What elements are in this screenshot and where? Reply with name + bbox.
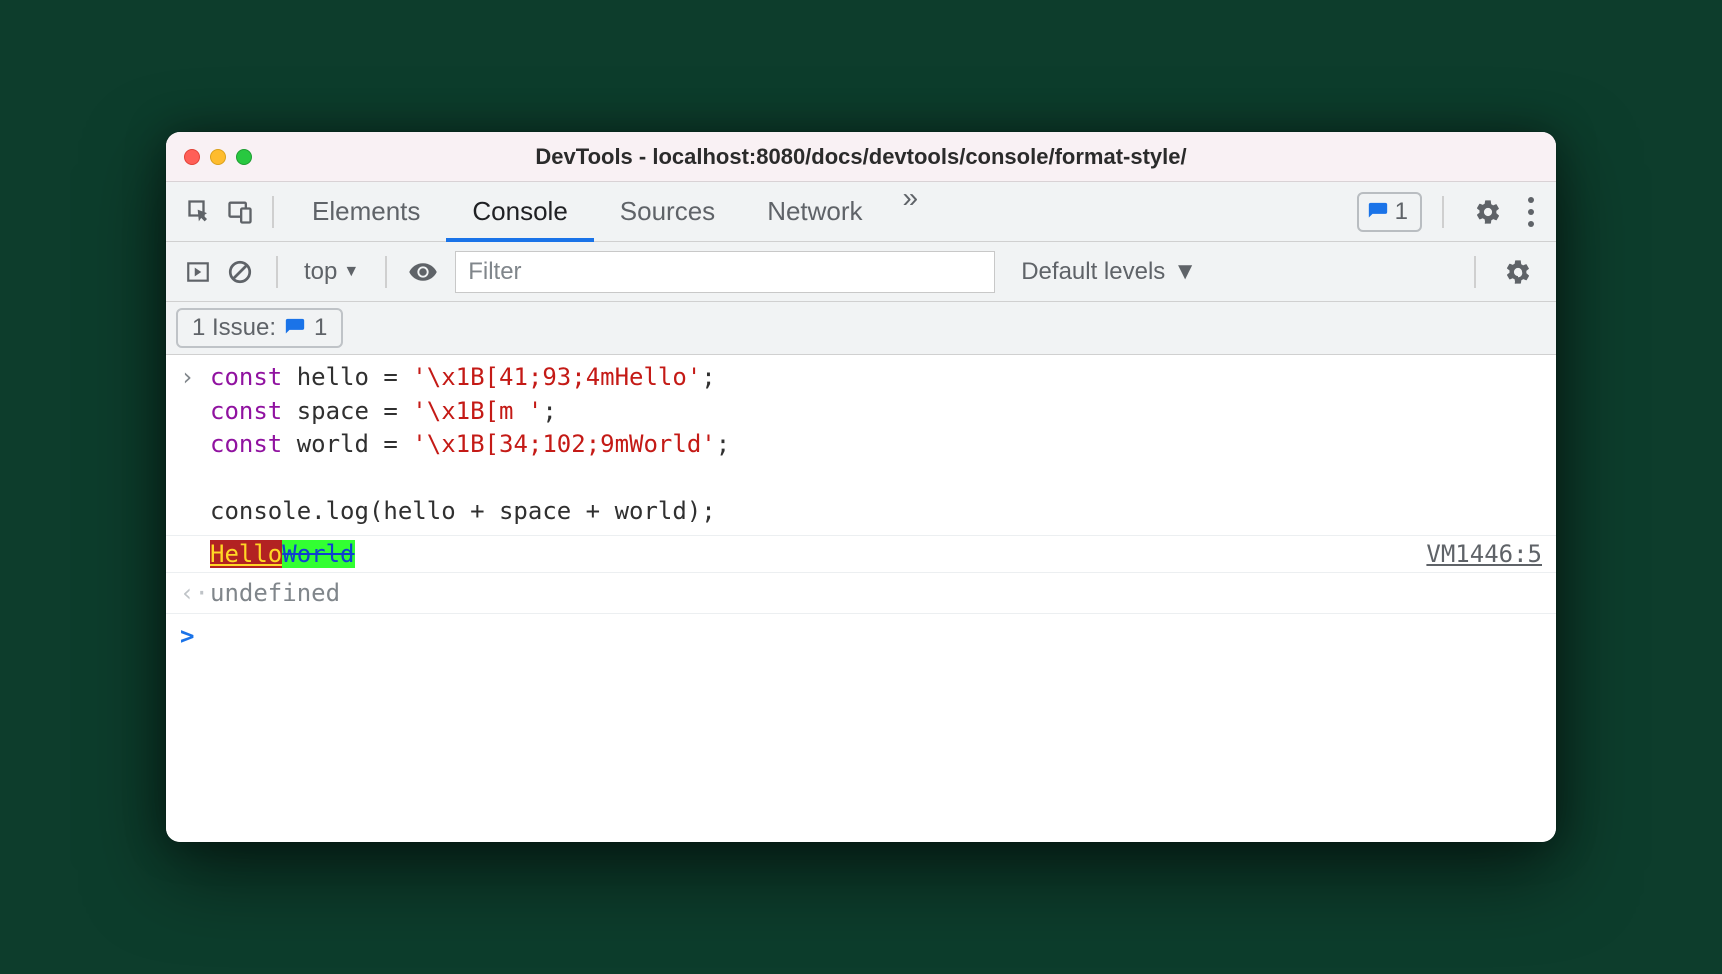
issues-icon [284,317,306,339]
divider [1442,196,1444,228]
issues-badge[interactable]: 1 [1357,192,1422,232]
devtools-window: DevTools - localhost:8080/docs/devtools/… [166,132,1556,842]
execution-context-label: top [304,258,337,286]
tabs-overflow-button[interactable]: » [889,182,933,241]
window-maximize-button[interactable] [236,149,252,165]
code-text: console.log(hello + space + world); [210,497,716,525]
traffic-lights [184,149,252,165]
console-log-row: Hello World VM1446:5 [166,536,1556,573]
window-close-button[interactable] [184,149,200,165]
console-prompt-row[interactable]: > [166,614,1556,658]
execution-context-selector[interactable]: top ▼ [296,258,367,286]
console-log-message: Hello World [180,540,355,568]
issues-pill-label: 1 Issue: [192,314,276,342]
code-text: ; [701,363,715,391]
panel-tabs: Elements Console Sources Network » [286,182,932,241]
window-minimize-button[interactable] [210,149,226,165]
code-text: space = [282,397,412,425]
divider [1474,256,1476,288]
code-keyword: const [210,397,282,425]
issues-pill[interactable]: 1 Issue: 1 [176,308,343,348]
filter-input[interactable] [455,251,995,293]
device-toolbar-icon[interactable] [220,192,260,232]
tab-console[interactable]: Console [446,182,593,241]
ansi-styled-world: World [282,540,354,568]
titlebar: DevTools - localhost:8080/docs/devtools/… [166,132,1556,182]
divider [385,256,387,288]
clear-console-icon[interactable] [222,259,258,285]
more-options-icon[interactable] [1520,197,1542,227]
tabstrip-right: 1 [1357,192,1542,232]
window-title: DevTools - localhost:8080/docs/devtools/… [535,144,1186,170]
code-string: '\x1B[34;102;9mWorld' [412,430,715,458]
issues-row: 1 Issue: 1 [166,302,1556,355]
issues-icon [1367,201,1389,223]
tab-network[interactable]: Network [741,182,888,241]
code-text: ; [542,397,556,425]
console-settings-gear-icon[interactable] [1494,258,1542,286]
code-text: hello = [282,363,412,391]
code-text: world = [282,430,412,458]
code-block: const hello = '\x1B[41;93;4mHello'; cons… [210,361,730,529]
return-value: undefined [210,579,340,607]
return-caret-icon: ‹· [180,579,210,607]
live-expression-eye-icon[interactable] [405,257,441,287]
ansi-styled-hello: Hello [210,540,282,568]
source-link[interactable]: VM1446:5 [1426,540,1542,568]
dropdown-caret-icon: ▼ [1173,258,1197,286]
console-output: › const hello = '\x1B[41;93;4mHello'; co… [166,355,1556,842]
divider [276,256,278,288]
log-levels-selector[interactable]: Default levels ▼ [1021,258,1197,286]
tabstrip: Elements Console Sources Network » 1 [166,182,1556,242]
issues-badge-count: 1 [1395,198,1408,226]
code-string: '\x1B[m ' [412,397,542,425]
code-text: ; [716,430,730,458]
divider [272,196,274,228]
code-keyword: const [210,363,282,391]
issues-pill-count: 1 [314,314,327,342]
console-input-history-row: › const hello = '\x1B[41;93;4mHello'; co… [166,355,1556,536]
inspect-element-icon[interactable] [180,192,220,232]
dropdown-caret-icon: ▼ [343,263,359,281]
tab-sources[interactable]: Sources [594,182,741,241]
tab-elements[interactable]: Elements [286,182,446,241]
settings-gear-icon[interactable] [1464,198,1512,226]
console-return-row: ‹· undefined [166,573,1556,614]
console-sidebar-toggle-icon[interactable] [180,259,216,285]
log-levels-label: Default levels [1021,258,1165,286]
code-string: '\x1B[41;93;4mHello' [412,363,701,391]
console-toolbar: top ▼ Default levels ▼ [166,242,1556,302]
prompt-caret-icon: > [180,622,194,650]
code-keyword: const [210,430,282,458]
input-caret-icon: › [180,361,210,391]
